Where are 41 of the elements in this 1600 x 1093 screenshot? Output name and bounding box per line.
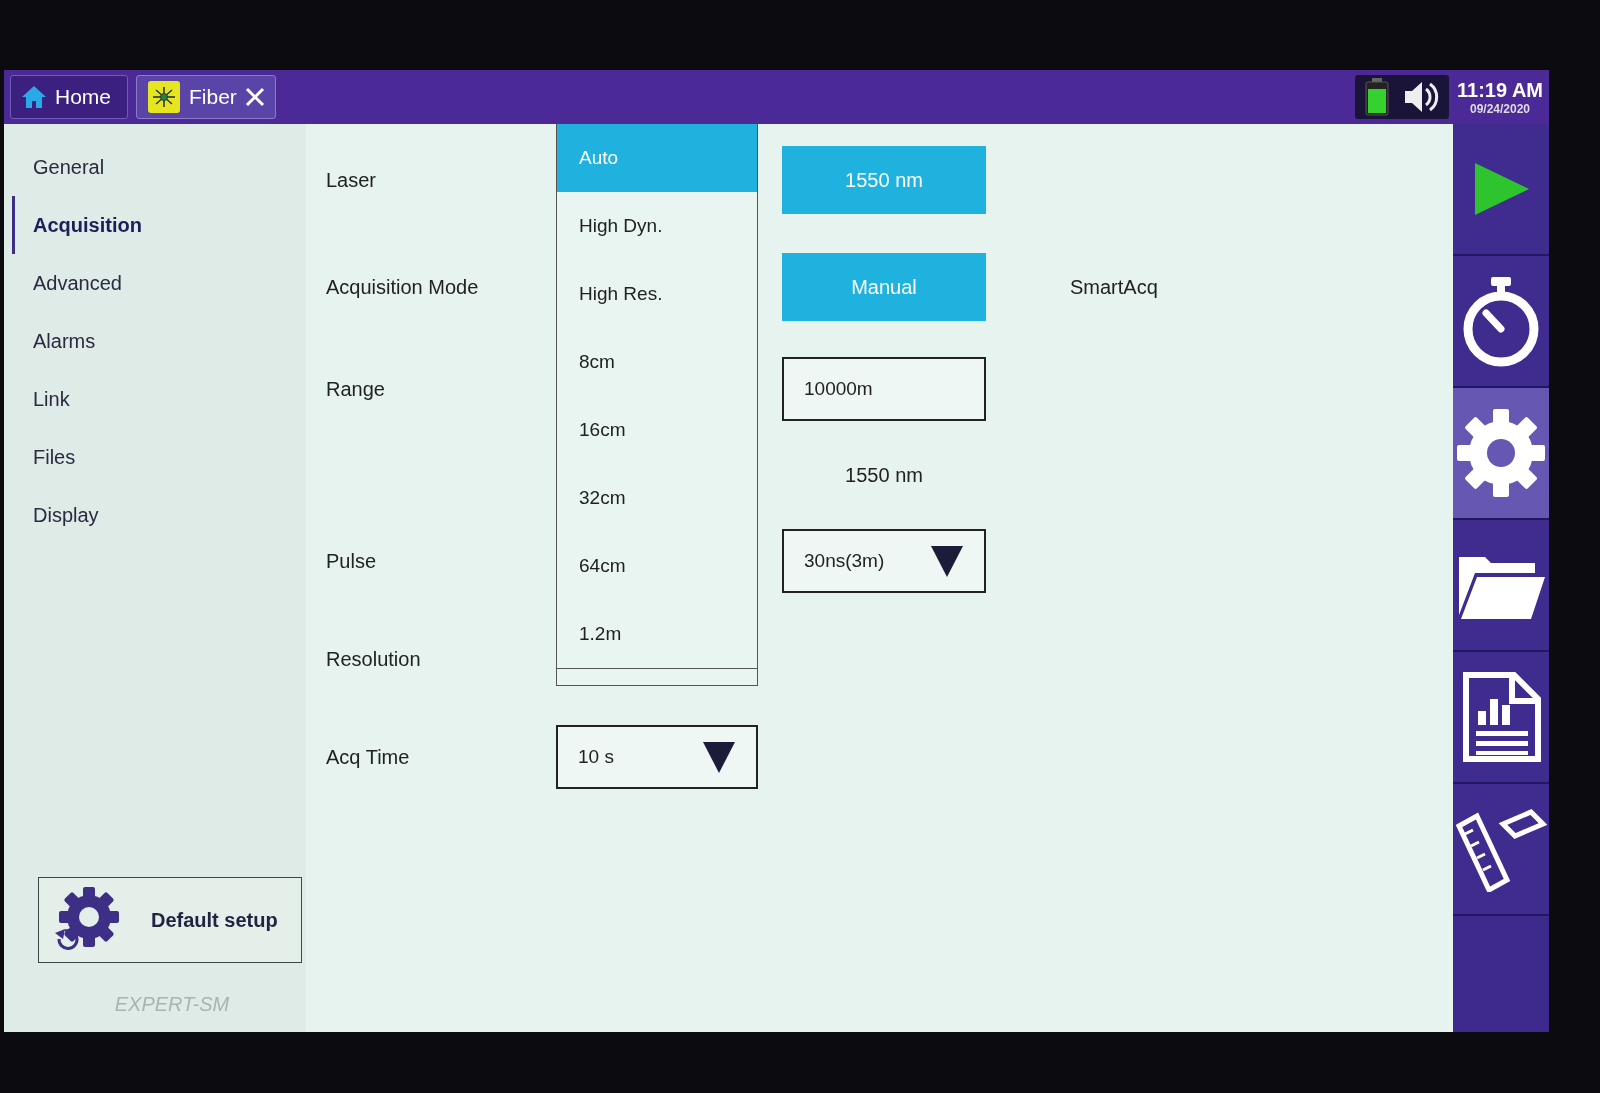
tab[interactable]: Home [10,75,128,119]
wavelength-text: 1550 nm [845,463,923,487]
tab[interactable]: Fiber [136,75,276,119]
speaker-icon[interactable] [1403,80,1440,114]
field-label: Pulse [325,549,377,573]
field-label: Acquisition Mode [325,275,479,299]
list-option[interactable]: High Dyn. [557,192,757,260]
list-option[interactable]: 64cm [557,532,757,600]
option-button[interactable]: SmartAcq [1064,253,1453,321]
list-option[interactable]: 32cm [557,464,757,532]
list-option[interactable]: High Res. [557,260,757,328]
settings-icon[interactable] [1454,406,1548,500]
sidebar-item[interactable]: Acquisition [12,196,142,254]
sidebar-item[interactable]: Alarms [12,312,96,370]
dropdown-arrow-icon [702,740,736,774]
list-option[interactable]: 1.2m [557,600,757,668]
dropdown[interactable]: 30ns(3m) [782,529,986,593]
sidebar-item[interactable]: Advanced [12,254,122,312]
laser-burst-icon [147,80,181,114]
field-label: Laser [325,168,377,192]
field-label: Range [325,377,385,401]
close-icon[interactable] [244,87,265,107]
field-label: Acq Time [325,745,410,769]
sidebar-item[interactable]: Files [12,428,76,486]
report-icon[interactable] [1460,671,1542,763]
dropdown-arrow-icon [930,544,964,578]
clock-time: 11:19 AM [1457,78,1543,102]
list-option[interactable]: 8cm [557,328,757,396]
field-label: Resolution [325,647,421,671]
sidebar-item[interactable]: Link [12,370,70,428]
battery-icon [1365,78,1390,116]
list-option[interactable]: 16cm [557,396,757,464]
tool-tile[interactable] [1453,388,1549,520]
sidebar-item[interactable]: Display [12,486,99,544]
default-setup-button[interactable]: Default setup [38,877,302,963]
range-input-field[interactable]: 10000m [782,357,986,421]
dropdown[interactable]: 10 s [556,725,758,789]
sidebar-item[interactable]: General [12,138,105,196]
home-icon [21,85,47,109]
clock-date: 09/24/2020 [1470,101,1531,116]
ruler-and-pencil-icon[interactable] [1455,806,1547,892]
